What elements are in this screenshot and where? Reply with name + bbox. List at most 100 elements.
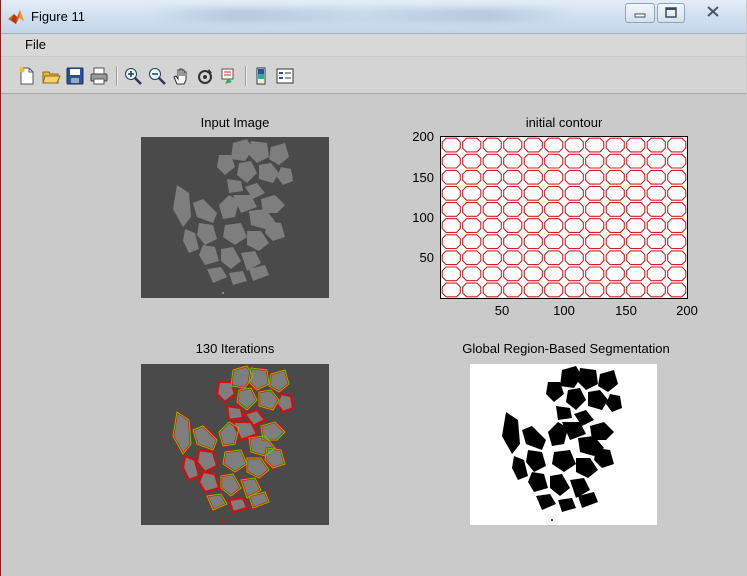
contour-cell <box>503 282 523 298</box>
y-tick-label: 150 <box>412 170 434 185</box>
contour-cell <box>523 202 543 217</box>
toolbar-separator <box>245 66 247 86</box>
y-tick-label: 100 <box>412 210 434 225</box>
menu-bar: File <box>1 34 746 56</box>
contour-cell <box>544 218 564 233</box>
contour-cell <box>667 185 687 201</box>
contour-cell <box>626 153 646 169</box>
title-bar[interactable]: Figure 11 <box>1 0 746 34</box>
contour-cell <box>482 250 502 266</box>
contour-cell <box>585 202 605 217</box>
contour-cell <box>667 169 687 185</box>
contour-cell <box>482 169 502 185</box>
contour-cell <box>523 169 543 185</box>
menu-file[interactable]: File <box>25 37 46 52</box>
contour-cell <box>441 137 461 153</box>
contour-cell <box>544 169 564 185</box>
contour-cell <box>462 218 482 233</box>
contour-cell <box>482 234 502 250</box>
contour-cell <box>564 153 584 169</box>
contour-cell <box>503 234 523 250</box>
save-icon[interactable] <box>65 66 85 86</box>
zoom-out-icon[interactable] <box>147 66 167 86</box>
contour-cell <box>462 234 482 250</box>
zoom-in-icon[interactable] <box>123 66 143 86</box>
contour-cell <box>585 169 605 185</box>
segmentation-result-image <box>470 364 657 525</box>
contour-cell <box>544 282 564 298</box>
title-bar-reflection <box>151 8 571 22</box>
contour-cell <box>523 218 543 233</box>
contour-cell <box>564 218 584 233</box>
contour-cell <box>544 234 564 250</box>
contour-cell <box>605 218 625 233</box>
open-file-icon[interactable] <box>41 66 61 86</box>
legend-icon[interactable] <box>275 66 295 86</box>
minimize-icon <box>634 13 646 18</box>
contour-cell <box>544 202 564 217</box>
contour-cell <box>564 137 584 153</box>
toolbar-separator <box>116 66 118 86</box>
contour-cell <box>441 202 461 217</box>
x-tick-label: 100 <box>553 303 575 318</box>
contour-cell <box>544 185 564 201</box>
contour-cell <box>523 153 543 169</box>
contour-cell <box>462 282 482 298</box>
contour-cell <box>441 282 461 298</box>
contour-cell <box>441 234 461 250</box>
contour-cell <box>523 250 543 266</box>
print-icon[interactable] <box>89 66 109 86</box>
segmentation-title: Global Region-Based Segmentation <box>462 341 670 356</box>
contour-cell <box>503 218 523 233</box>
contour-cell <box>646 234 666 250</box>
contour-cell <box>544 250 564 266</box>
contour-cell <box>646 169 666 185</box>
x-tick-label: 150 <box>615 303 637 318</box>
contour-cell <box>605 282 625 298</box>
figure-window: Figure 11 File Input Image initial conto… <box>0 0 746 576</box>
colorbar-icon[interactable] <box>251 66 271 86</box>
y-tick-label: 200 <box>412 129 434 144</box>
contour-cell <box>667 218 687 233</box>
contour-cell <box>482 137 502 153</box>
contour-cell <box>646 185 666 201</box>
contour-cell <box>667 202 687 217</box>
contour-cell <box>626 169 646 185</box>
contour-cell <box>462 169 482 185</box>
contour-cell <box>441 153 461 169</box>
contour-cell <box>544 266 564 282</box>
contour-cell <box>646 202 666 217</box>
contour-cell <box>503 202 523 217</box>
contour-cell <box>626 137 646 153</box>
contour-cell <box>441 185 461 201</box>
contour-cell <box>667 250 687 266</box>
contour-cell <box>523 266 543 282</box>
new-figure-icon[interactable] <box>17 66 37 86</box>
contour-cell <box>523 137 543 153</box>
close-button[interactable] <box>689 3 737 23</box>
contour-cell <box>503 137 523 153</box>
close-icon <box>707 6 719 17</box>
contour-cell <box>544 137 564 153</box>
contour-cell <box>462 185 482 201</box>
minimize-button[interactable] <box>625 3 655 23</box>
contour-cell <box>585 234 605 250</box>
contour-cell <box>585 137 605 153</box>
contour-cell <box>585 282 605 298</box>
rotate-3d-icon[interactable] <box>195 66 215 86</box>
data-cursor-icon[interactable] <box>219 66 239 86</box>
x-tick-label: 200 <box>676 303 698 318</box>
initial-contour-plot <box>441 137 687 298</box>
contour-cell <box>482 202 502 217</box>
input-image-title: Input Image <box>200 115 270 130</box>
initial-contour-axes <box>440 136 688 299</box>
contour-cell <box>564 282 584 298</box>
contour-cell <box>564 202 584 217</box>
input-image <box>141 137 329 298</box>
maximize-button[interactable] <box>657 3 685 23</box>
contour-cell <box>667 153 687 169</box>
contour-cell <box>462 266 482 282</box>
pan-icon[interactable] <box>171 66 191 86</box>
y-tick-label: 50 <box>419 250 434 265</box>
contour-cell <box>605 250 625 266</box>
